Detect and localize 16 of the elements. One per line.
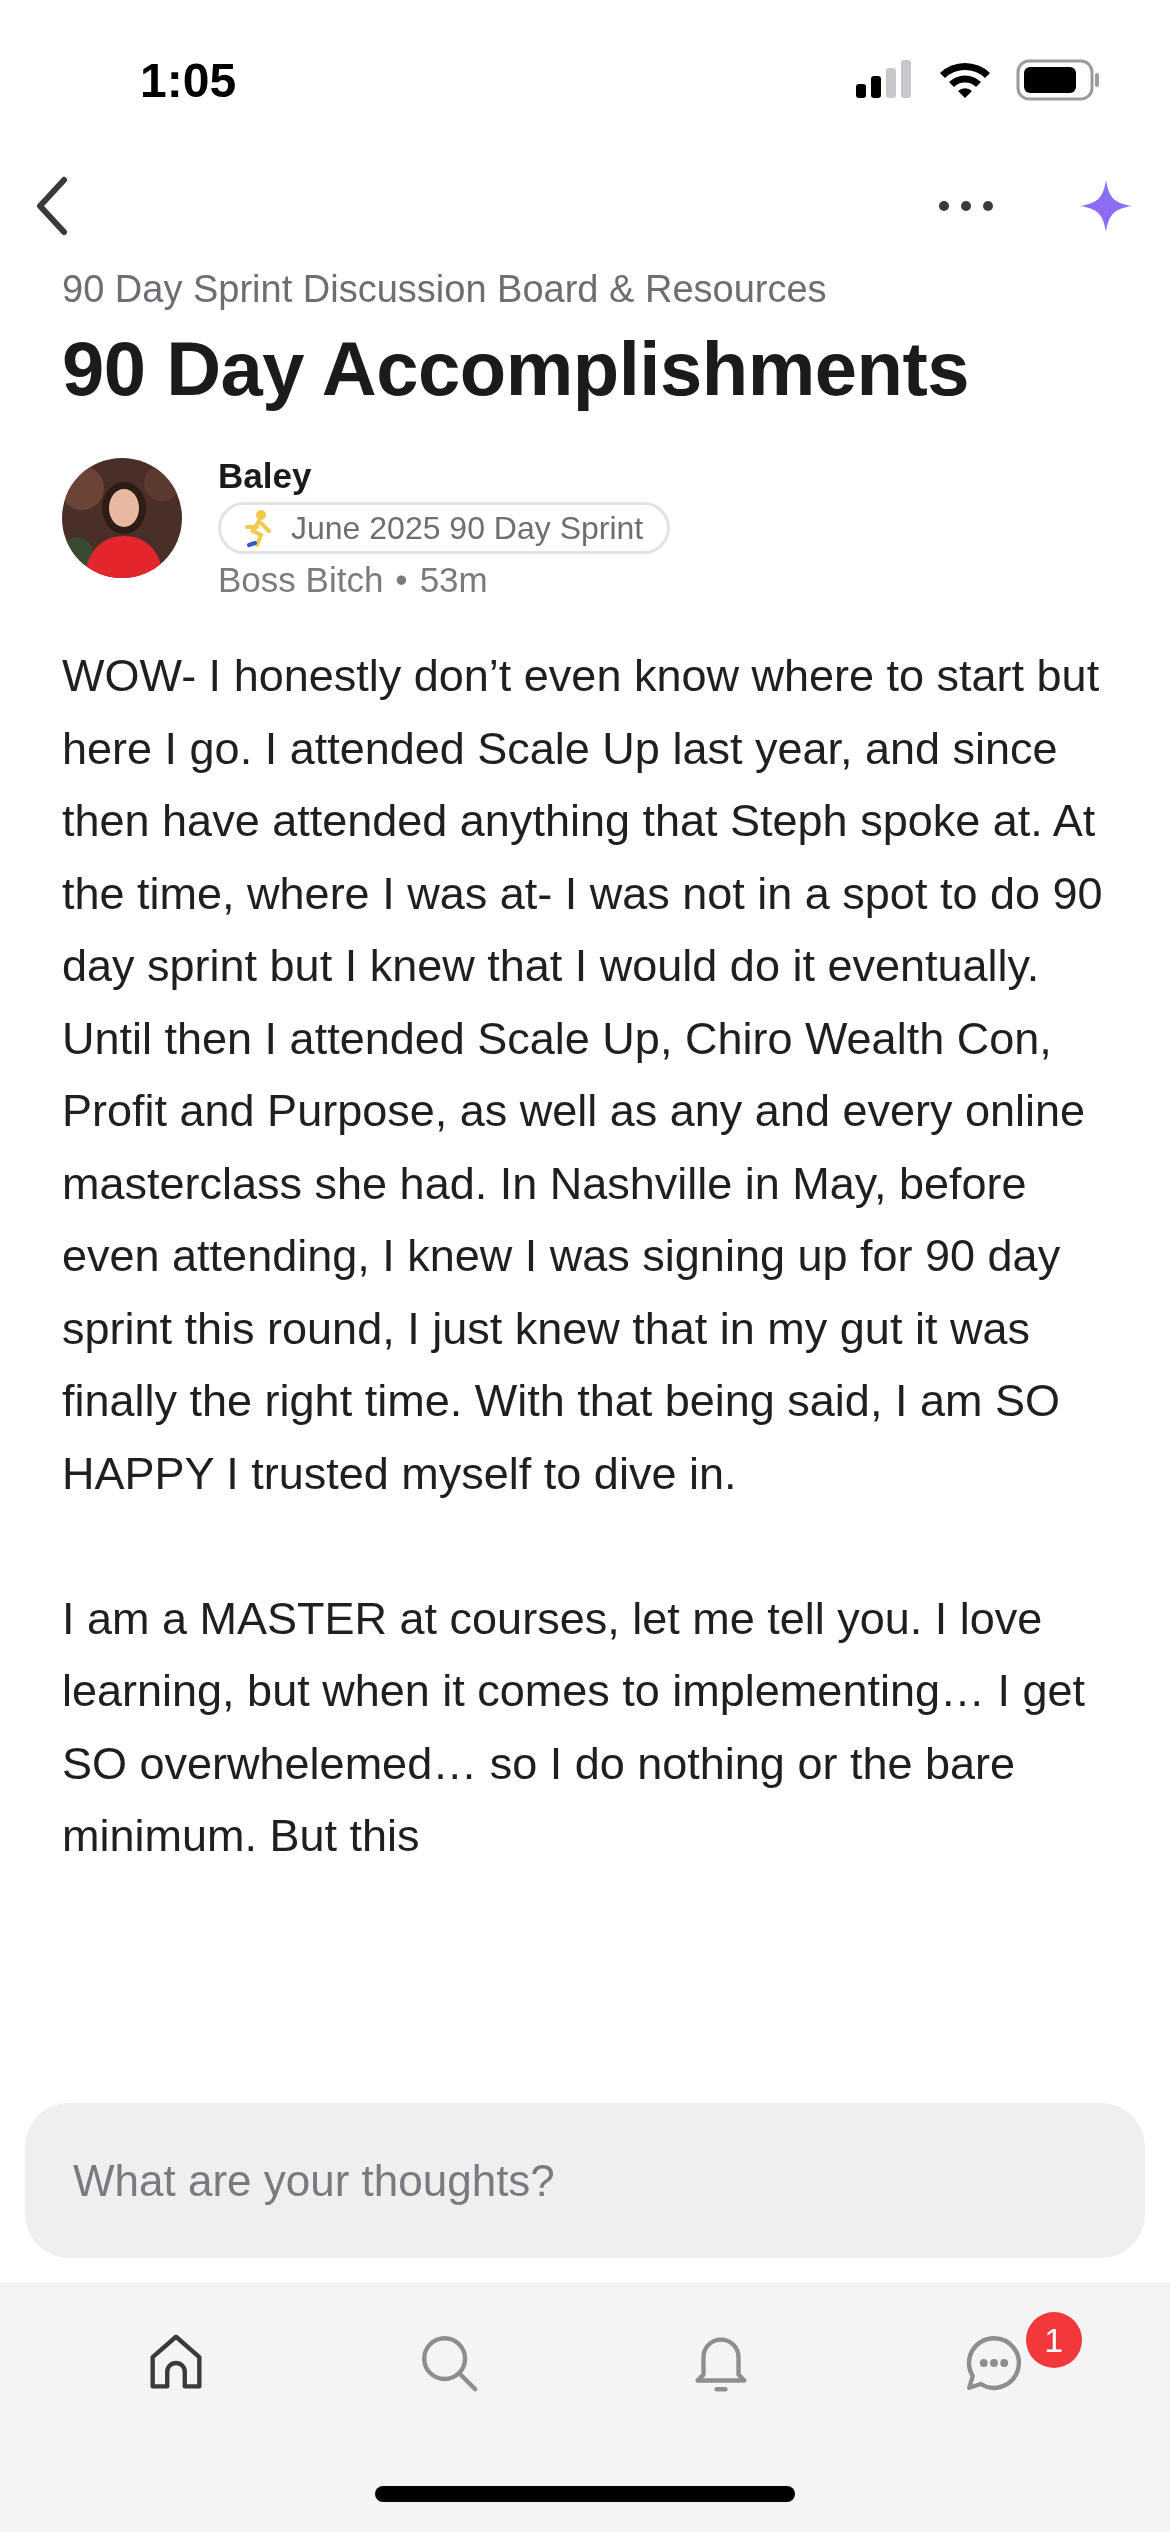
status-time: 1:05 (140, 52, 237, 108)
body-paragraph: I am a MASTER at courses, let me tell you. I love learning, but when it comes to implementing… I get SO overwhelemed… so I do nothing or the bare minimum. But this (62, 1591, 1087, 1863)
author-name[interactable]: Baley (218, 456, 312, 496)
comment-field[interactable]: What are your thoughts? (25, 2103, 1145, 2258)
cohort-badge: June 2025 90 Day Sprint (218, 502, 671, 554)
battery-icon (1016, 59, 1100, 101)
author-role: Boss Bitch (218, 560, 384, 600)
post-age: 53m (419, 560, 488, 600)
notification-badge: 1 (1025, 2312, 1082, 2368)
post-title: 90 Day Accomplishments (62, 325, 970, 412)
wifi-icon (938, 60, 992, 100)
breadcrumb-link[interactable]: 90 Day Sprint Discussion Board & Resources (62, 268, 1108, 311)
chat-tab[interactable]: 1 (857, 2308, 1130, 2418)
separator-dot: • (395, 560, 408, 600)
body-paragraph: WOW- I honestly don’t even know where to start but here I go. I attended Scale Up last year, and since then have attended anything that Steph spoke at. At the time, where I was at- I was not in a spot to do 90 day sprint but I knew that I would do it eventually. Until then I attended Scale Up, Chiro Wealth Con, Profit and Purpose, as well as any and every online masterclass she had. In Nashville in May, before even attending, I knew I was signing up for 90 day sprint this round, I just knew that in my gut it was finally the right time. With that being said, I am SO HAPPY I trusted myself to dive in. (62, 649, 1104, 1501)
signal-icon (854, 60, 914, 100)
